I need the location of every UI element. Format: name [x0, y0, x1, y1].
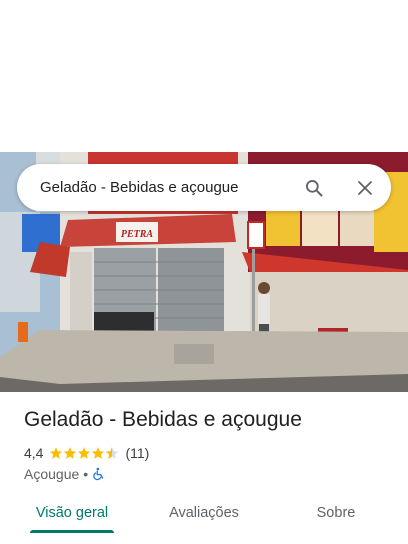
active-tab-indicator — [30, 530, 114, 533]
place-category: Açougue — [24, 466, 80, 482]
tab-reviews-label: Avaliações — [169, 505, 239, 521]
star-icon — [92, 447, 105, 459]
place-tabs: Visão geral Avaliações Sobre — [0, 494, 408, 538]
star-icon — [78, 447, 91, 459]
search-icon[interactable] — [302, 176, 326, 200]
rating-row[interactable]: 4,4 (11) — [24, 444, 149, 462]
tab-overview-label: Visão geral — [35, 505, 109, 521]
wheelchair-icon — [92, 467, 106, 481]
place-title: Geladão - Bebidas e açougue — [24, 408, 302, 431]
search-input[interactable]: Geladão - Bebidas e açougue — [17, 179, 302, 196]
separator-dot: • — [83, 466, 89, 482]
tab-reviews[interactable]: Avaliações — [156, 494, 252, 538]
search-bar[interactable]: Geladão - Bebidas e açougue — [17, 164, 391, 211]
category-row: Açougue • — [24, 465, 106, 483]
tab-about[interactable]: Sobre — [300, 494, 372, 538]
review-count[interactable]: (11) — [125, 445, 149, 461]
star-icon — [64, 447, 77, 459]
star-rating — [49, 446, 119, 460]
rating-value: 4,4 — [24, 445, 44, 461]
tab-about-label: Sobre — [316, 505, 356, 521]
star-icon — [50, 447, 63, 459]
tab-overview[interactable]: Visão geral — [24, 494, 120, 538]
awning-sign-text: PETRA — [121, 229, 154, 240]
close-icon[interactable] — [353, 176, 377, 200]
star-half-icon — [106, 447, 119, 459]
